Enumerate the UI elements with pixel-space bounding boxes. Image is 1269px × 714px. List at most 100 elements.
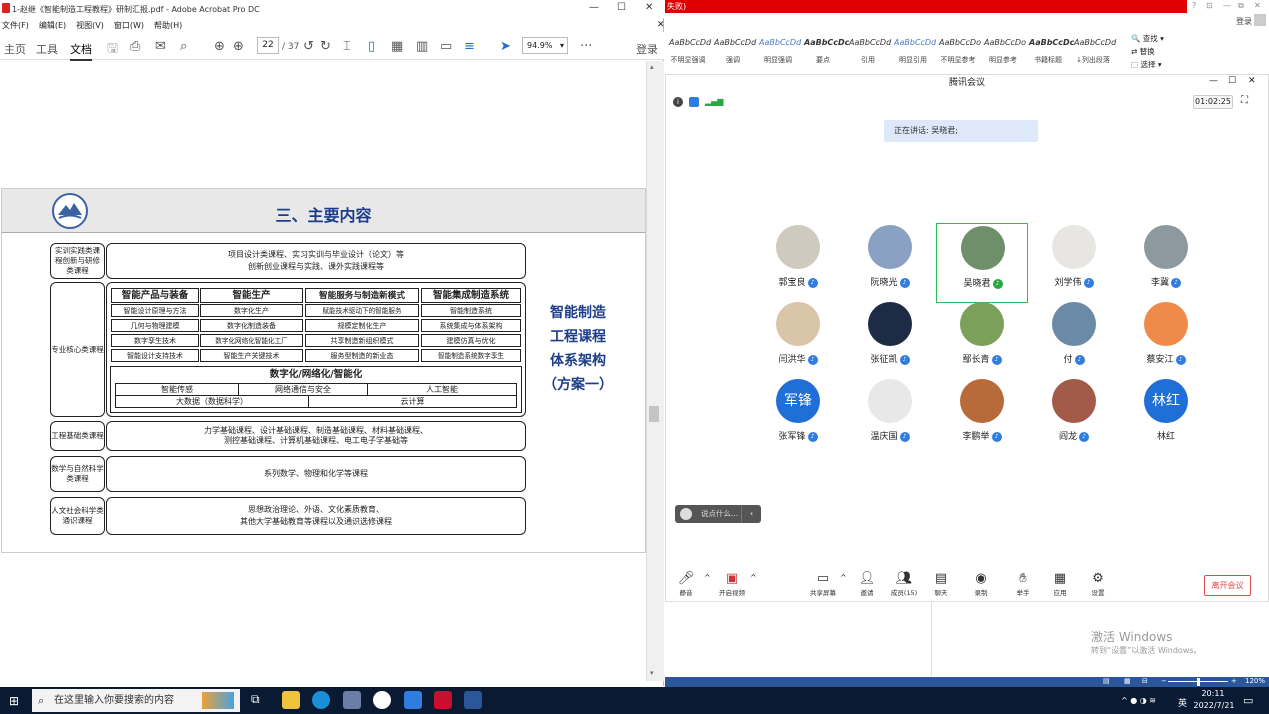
ime-indicator[interactable]: 英 <box>1178 696 1187 709</box>
ribbon-display-icon[interactable]: ⊡ <box>1206 1 1213 10</box>
page-number-input[interactable]: 22 <box>257 37 279 54</box>
zoom-out-icon[interactable]: − <box>1161 677 1167 685</box>
select-button[interactable]: ⬚ 选择 ▾ <box>1131 59 1162 70</box>
chevron-left-icon[interactable]: ‹ <box>741 505 761 523</box>
raise-hand-button[interactable]: ✋︎ 举手 <box>1003 571 1043 597</box>
word-login[interactable]: 登录 <box>1236 16 1252 27</box>
participant-tile[interactable]: 付 ♪ <box>1028 300 1120 380</box>
style-item[interactable]: AaBbCcDd 引用 <box>849 38 891 65</box>
style-item[interactable]: AaBbCcDd 明显强调 <box>759 38 801 65</box>
tencent-meeting-icon[interactable] <box>404 691 422 709</box>
close-icon[interactable]: ✕ <box>1254 1 1261 10</box>
shield-icon[interactable] <box>689 97 699 107</box>
chat-input[interactable]: 说点什么... ‹ <box>675 505 761 523</box>
minimize-icon[interactable]: — <box>1209 76 1218 86</box>
tray-icons[interactable]: ^ ● ◑ ≋ <box>1121 696 1156 705</box>
mail-icon[interactable]: ✉ <box>155 39 166 54</box>
participant-tile[interactable]: 李冀 ♪ <box>1120 223 1212 303</box>
style-item[interactable]: AaBbCcDd 明显引用 <box>894 38 936 65</box>
style-item[interactable]: AaBbCcDo 不明显参考 <box>939 38 981 65</box>
style-item[interactable]: AaBbCcDd 不明显强调 <box>669 38 711 65</box>
minimize-icon[interactable]: — <box>589 2 599 13</box>
signal-icon[interactable]: ▂▄▆ <box>705 97 723 106</box>
login-button[interactable]: 登录 <box>636 41 658 57</box>
participant-tile[interactable]: 阮晓光 ♪ <box>844 223 936 303</box>
page-icon[interactable]: ▯ <box>368 39 375 54</box>
participant-tile[interactable]: 刘学伟 ♪ <box>1028 223 1120 303</box>
organize-icon[interactable]: ▦ <box>391 39 403 54</box>
zoom-level[interactable]: 120% <box>1245 677 1265 685</box>
scroll-mode-icon[interactable]: ≡ <box>464 39 475 54</box>
crop-icon[interactable]: ⌶ <box>343 39 351 54</box>
menu-edit[interactable]: 编辑(E) <box>39 20 66 31</box>
fullscreen-icon[interactable]: ⛶ <box>1241 95 1248 106</box>
clock-time[interactable]: 20:11 <box>1196 689 1230 698</box>
chevron-up-icon[interactable]: ^ <box>750 573 757 582</box>
more-icon[interactable]: ··· <box>580 39 592 54</box>
file-explorer-icon[interactable] <box>282 691 300 709</box>
app-icon[interactable] <box>373 691 391 709</box>
settings-button[interactable]: ⚙︎ 设置 <box>1078 571 1118 597</box>
vertical-scrollbar[interactable]: ◂ ▴ ▾ <box>637 61 664 681</box>
style-item[interactable]: AaBbCcDd ↓列出段落 <box>1074 38 1116 65</box>
share-screen-button[interactable]: ▭ 共享屏幕 <box>803 571 843 597</box>
participant-tile[interactable]: 吴晓君 ♪ <box>936 223 1028 303</box>
avatar-icon[interactable] <box>1254 14 1266 26</box>
close-doc-icon[interactable]: ✕ <box>657 20 665 30</box>
present-icon[interactable]: ▭ <box>440 39 452 54</box>
close-icon[interactable]: ✕ <box>645 2 653 13</box>
chevron-up-icon[interactable]: ^ <box>704 573 711 582</box>
zoom-select[interactable]: 94.9% ▾ <box>522 37 568 54</box>
rotate-right-icon[interactable]: ↻ <box>320 39 331 54</box>
participant-tile[interactable]: 林红 林红 <box>1120 377 1212 457</box>
apps-button[interactable]: ▦ 应用 <box>1040 571 1080 597</box>
participant-tile[interactable]: 张征凯 ♪ <box>844 300 936 380</box>
style-item[interactable]: AaBbCcDc 书籍标题 <box>1029 38 1074 65</box>
chat-button[interactable]: ▤ 聊天 <box>921 571 961 597</box>
close-icon[interactable]: ✕ <box>1248 76 1256 86</box>
participant-tile[interactable]: 阎龙 ♪ <box>1028 377 1120 457</box>
edge-icon[interactable] <box>312 691 330 709</box>
zoom-slider-thumb[interactable] <box>1197 678 1200 686</box>
word-icon[interactable] <box>464 691 482 709</box>
style-item[interactable]: AaBbCcDc 要点 <box>804 38 849 65</box>
read-mode-icon[interactable]: ▤ <box>1103 677 1110 685</box>
next-page-icon[interactable]: ⊕ <box>233 39 244 54</box>
minimize-icon[interactable]: — <box>1223 1 1231 10</box>
members-button[interactable]: 👥︎ 成员(15) <box>884 571 924 597</box>
rotate-left-icon[interactable]: ↺ <box>303 39 314 54</box>
replace-button[interactable]: ⇄ 替换 <box>1131 46 1155 57</box>
chevron-up-icon[interactable]: ^ <box>840 573 847 582</box>
find-button[interactable]: 🔍 查找 ▾ <box>1131 33 1164 44</box>
print-layout-icon[interactable]: ▦ <box>1124 677 1131 685</box>
menu-help[interactable]: 帮助(H) <box>154 20 182 31</box>
maximize-icon[interactable]: ☐ <box>1228 76 1236 86</box>
search-icon[interactable]: ⌕ <box>180 39 187 54</box>
notification-icon[interactable]: ▭ <box>1243 694 1253 707</box>
web-layout-icon[interactable]: ⊟ <box>1142 677 1148 685</box>
menu-view[interactable]: 视图(V) <box>76 20 104 31</box>
participant-tile[interactable]: 蔡安江 ♪ <box>1120 300 1212 380</box>
taskbar-search-input[interactable]: ⌕ 在这里输入你要搜索的内容 <box>32 689 240 712</box>
app-icon[interactable] <box>343 691 361 709</box>
scroll-thumb[interactable] <box>649 406 659 422</box>
tab-document[interactable]: 文档 <box>70 41 92 61</box>
help-icon[interactable]: ? <box>1192 1 1196 10</box>
mute-button[interactable]: 🎤︎ 静音 <box>666 571 706 597</box>
participant-tile[interactable]: 鄢长青 ♪ <box>936 300 1028 380</box>
maximize-icon[interactable]: ☐ <box>617 2 626 13</box>
prev-page-icon[interactable]: ⊕ <box>214 39 225 54</box>
participant-tile[interactable]: 郭宝良 ♪ <box>752 223 844 303</box>
windows-start-icon[interactable]: ⊞ <box>9 694 19 708</box>
zoom-in-icon[interactable]: + <box>1231 677 1237 685</box>
restore-icon[interactable]: ⧉ <box>1238 1 1244 11</box>
menu-file[interactable]: 文件(F) <box>2 20 29 31</box>
task-view-icon[interactable]: ⧉ <box>251 692 260 707</box>
two-page-icon[interactable]: ▥ <box>416 39 428 54</box>
scroll-up-icon[interactable]: ▴ <box>650 63 654 71</box>
select-cursor-icon[interactable]: ➤ <box>500 39 511 54</box>
participant-tile[interactable]: 温庆国 ♪ <box>844 377 936 457</box>
record-button[interactable]: ◉ 录制 <box>961 571 1001 597</box>
leave-meeting-button[interactable]: 离开会议 <box>1204 575 1251 596</box>
acrobat-icon[interactable] <box>434 691 452 709</box>
